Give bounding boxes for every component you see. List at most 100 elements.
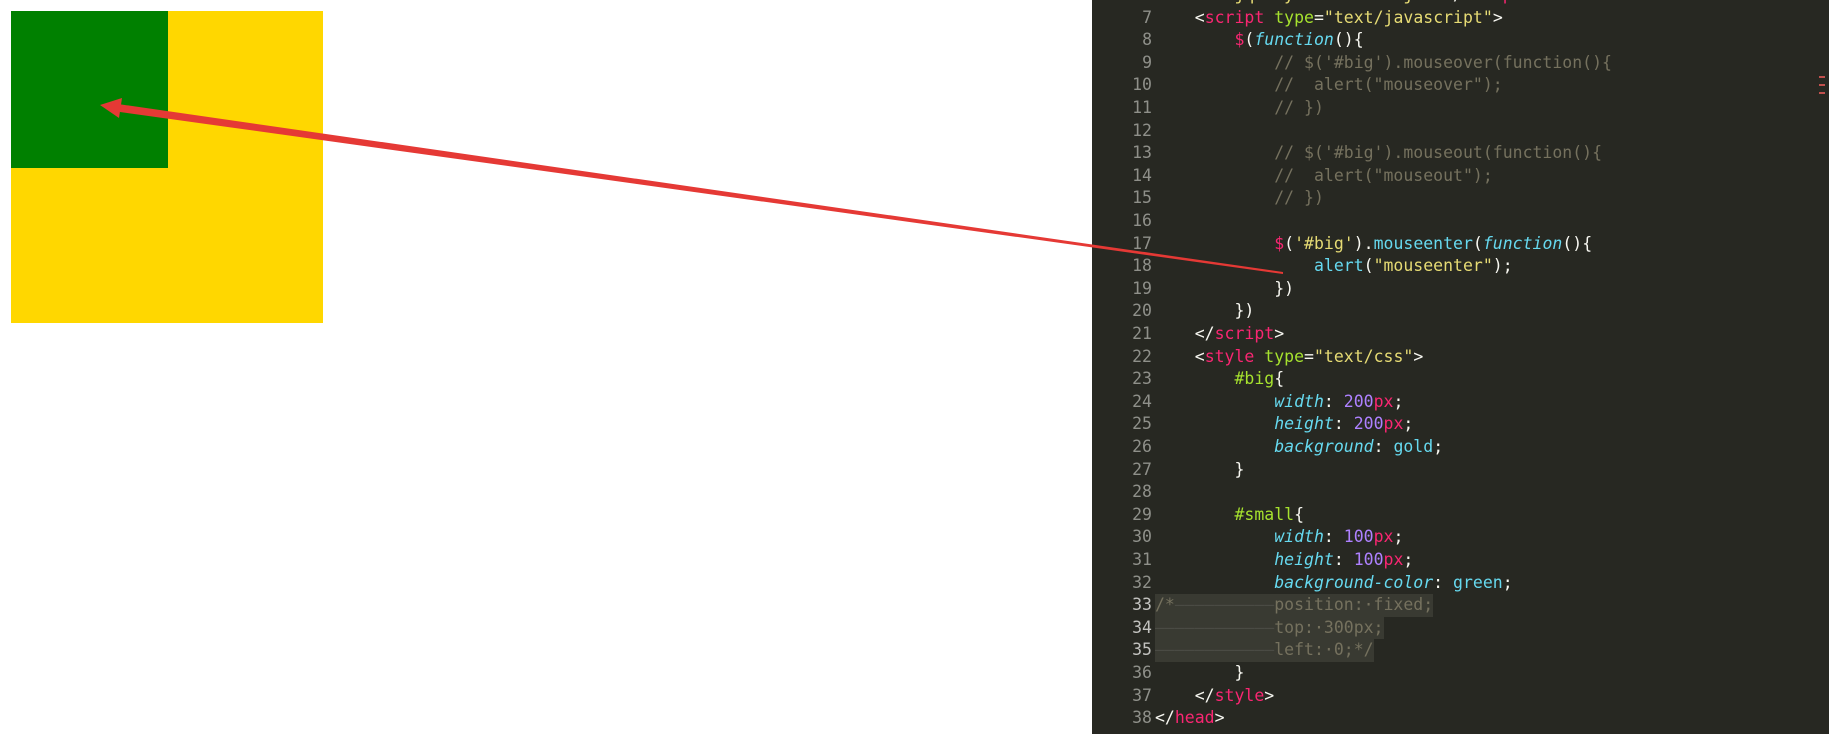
code-token: </ (1194, 324, 1215, 343)
code-line[interactable]: 38 </head> (1092, 707, 1829, 730)
code-token: position:·fixed; (1274, 595, 1434, 615)
code-line[interactable]: 9 // $('#big').mouseover(function(){ (1092, 52, 1829, 75)
line-number: 7 (1142, 7, 1152, 27)
code-token: left:·0;*/ (1274, 640, 1374, 660)
code-token: 200 (1343, 391, 1374, 411)
code-line[interactable]: 35 ————————————left:·0;*/ (1092, 639, 1829, 662)
line-number: 23 (1132, 369, 1152, 389)
code-token: // alert("mouseover"); (1274, 75, 1503, 95)
line-code: /*——————————position:·fixed; (1155, 594, 1434, 617)
code-token: }) (1274, 278, 1295, 298)
code-line[interactable]: 21 </script> (1092, 323, 1829, 346)
line-code: }) (1155, 300, 1254, 323)
code-token: ); (1492, 256, 1513, 276)
code-token: width (1274, 391, 1324, 411)
code-token: { (1274, 369, 1285, 389)
code-token: > (1214, 708, 1225, 728)
line-number: 12 (1132, 120, 1152, 140)
code-line[interactable]: 26 background: gold; (1092, 436, 1829, 459)
code-line[interactable]: 25 height: 200px; (1092, 413, 1829, 436)
code-line[interactable]: 30 width: 100px; (1092, 526, 1829, 549)
code-line[interactable]: 13 // $('#big').mouseout(function(){ (1092, 142, 1829, 165)
line-code: background: gold; (1155, 436, 1443, 459)
code-line[interactable]: 32 background-color: green; (1092, 572, 1829, 595)
line-number: 22 (1132, 346, 1152, 366)
line-code: } (1155, 662, 1244, 685)
code-token: gold (1393, 437, 1434, 456)
minimap-marks (1815, 70, 1825, 110)
code-token: ( (1244, 30, 1255, 50)
code-line[interactable]: 17 $('#big').mouseenter(function(){ (1092, 233, 1829, 256)
code-line[interactable]: 29 #small{ (1092, 504, 1829, 527)
code-line[interactable]: 12 (1092, 120, 1829, 143)
line-number: 28 (1132, 482, 1152, 502)
code-line[interactable]: 22 <style type="text/css"> (1092, 346, 1829, 369)
line-number: 34 (1132, 617, 1152, 637)
line-number: 21 (1132, 324, 1152, 343)
code-line[interactable]: 24 width: 200px; (1092, 391, 1829, 414)
code-token: #small (1234, 504, 1295, 524)
code-token: —————————— (1174, 595, 1275, 615)
line-code: #small{ (1155, 504, 1304, 527)
code-token: > (1492, 7, 1503, 27)
minimap-mark (1819, 76, 1825, 78)
line-number: 26 (1132, 437, 1152, 456)
code-line[interactable]: 11 // }) (1092, 97, 1829, 120)
code-line[interactable]: 14 // alert("mouseout"); (1092, 165, 1829, 188)
code-line[interactable]: 27 } (1092, 459, 1829, 482)
code-line[interactable]: 34 ————————————top:·300px; (1092, 616, 1829, 640)
code-token: width (1274, 527, 1324, 547)
line-number: 19 (1132, 278, 1152, 298)
code-token: "text/css" (1313, 346, 1414, 366)
code-line[interactable]: 18 alert("mouseenter"); (1092, 255, 1829, 278)
code-token: alert (1313, 256, 1364, 276)
code-token: script (1214, 324, 1275, 343)
code-token: </ (1194, 685, 1215, 705)
code-line[interactable]: 20 }) (1092, 300, 1829, 323)
code-token: } (1234, 663, 1245, 682)
code-token: 200 (1353, 414, 1384, 434)
code-line[interactable]: 31 height: 100px; (1092, 549, 1829, 572)
code-token: height (1274, 414, 1334, 434)
code-editor[interactable]: jquery-3.3.1.min.js"></script>7 <script … (1092, 0, 1829, 734)
code-line[interactable]: 19 }) (1092, 278, 1829, 301)
code-line[interactable]: 15 // }) (1092, 187, 1829, 210)
line-code: ————————————left:·0;*/ (1155, 639, 1374, 662)
small-box[interactable] (11, 11, 168, 168)
code-line[interactable]: 16 (1092, 210, 1829, 233)
code-line[interactable]: 7 <script type="text/javascript"> (1092, 7, 1829, 30)
code-line[interactable]: 37 </style> (1092, 685, 1829, 708)
code-token: "mouseenter" (1373, 256, 1493, 276)
line-number: 30 (1132, 527, 1152, 547)
code-line[interactable]: 28 (1092, 481, 1829, 504)
line-code: // alert("mouseout"); (1155, 165, 1493, 188)
line-number: 13 (1132, 143, 1152, 163)
line-number: 32 (1132, 572, 1152, 592)
line-code: </style> (1155, 685, 1274, 708)
code-line[interactable]: 23 #big{ (1092, 368, 1829, 391)
code-token: // $('#big').mouseout(function(){ (1274, 143, 1603, 163)
code-line[interactable]: 36 } (1092, 662, 1829, 685)
code-line[interactable]: 33/*——————————position:·fixed; (1092, 594, 1829, 617)
code-token: > (1413, 346, 1424, 366)
code-line[interactable]: jquery-3.3.1.min.js"></script> (1092, 0, 1829, 7)
code-token: { (1294, 504, 1305, 524)
code-line[interactable]: 8 $(function(){ (1092, 29, 1829, 52)
code-line[interactable]: 10 // alert("mouseover"); (1092, 74, 1829, 97)
line-code: // }) (1155, 97, 1324, 120)
line-code: background-color: green; (1155, 572, 1512, 595)
code-token: = (1313, 7, 1324, 27)
code-token: ———————————— (1155, 640, 1275, 660)
code-token: // alert("mouseout"); (1274, 165, 1493, 185)
line-code: $('#big').mouseenter(function(){ (1155, 233, 1592, 256)
